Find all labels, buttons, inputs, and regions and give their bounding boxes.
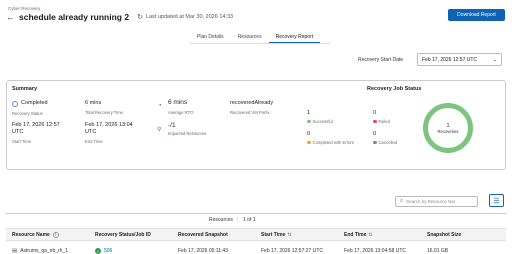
refresh-icon[interactable]: ↻: [137, 13, 143, 21]
col-start-time-label: Start Time: [261, 232, 286, 238]
page-title: schedule already running 2: [19, 12, 130, 22]
table-top-border: [6, 213, 506, 214]
title-row: ← schedule already running 2 ↻ Last upda…: [6, 12, 233, 22]
filter-button[interactable]: ☰: [489, 194, 504, 207]
impacted-icon: ⚲: [157, 127, 162, 133]
back-arrow-icon[interactable]: ←: [6, 12, 15, 22]
rto-value: 6 mins: [168, 99, 188, 106]
table-row-resource[interactable]: ▤ Astrums_qa_nb_rh_1: [12, 248, 68, 254]
donut-label: Recoveries: [437, 128, 459, 134]
search-placeholder: Search by Resource Nar: [406, 199, 456, 204]
cancelled-label: Cancelled: [378, 140, 398, 145]
row-recovered-snapshot: Feb 17, 2026 05:11:43: [178, 248, 228, 254]
search-input[interactable]: ⌕ Search by Resource Nar: [395, 196, 478, 207]
col-resource-name-label: Resource Name: [12, 232, 50, 238]
successful-label: Successful: [312, 119, 333, 124]
gauge-icon: ◔: [158, 103, 162, 109]
errors-count: 0: [307, 131, 311, 137]
col-end-time-label: End Time: [344, 232, 367, 238]
filter-icon: ☰: [493, 197, 500, 205]
col-snapshot-size[interactable]: Snapshot Size: [427, 232, 461, 238]
col-resource-name[interactable]: Resource Name i: [12, 232, 59, 238]
job-id-link[interactable]: 506: [104, 248, 112, 254]
recovery-start-date-select[interactable]: Feb 17, 2026 12:57 UTC ⌄: [417, 53, 502, 66]
chevron-down-icon: ⌄: [492, 56, 497, 63]
recoveries-donut: 1 Recoveries: [423, 103, 473, 153]
end-time-label: End Time: [85, 139, 103, 144]
vm-prefix-value: recoveredAlready: [230, 100, 274, 106]
impacted-label: Impacted Resources: [168, 131, 207, 136]
last-updated-text: Last updated at Mar 30, 2026 14:33: [145, 14, 234, 20]
row-start-time: Feb 17, 2026 12:57:27 UTC: [261, 248, 323, 254]
cancelled-count: 0: [373, 131, 377, 137]
tab-divider: [190, 43, 330, 44]
recovery-start-date-label: Recovery Start Date: [358, 57, 404, 63]
status-clock-icon: [12, 101, 18, 107]
failed-count: 0: [373, 110, 377, 116]
col-recovery-status[interactable]: Recovery Status/Job ID: [95, 232, 151, 238]
download-report-button[interactable]: Download Report: [448, 9, 505, 21]
failed-dot: [373, 119, 377, 124]
status-label: Recovery Status: [12, 111, 43, 116]
vm-icon: ▤: [12, 248, 18, 254]
vm-prefix-label: Recovered VM Prefix: [230, 110, 270, 115]
breadcrumb[interactable]: Cyber Recovery: [8, 6, 40, 11]
total-time-value: 6 mins: [85, 100, 102, 106]
failed-label: Failed: [378, 119, 390, 124]
cancelled-dot: [373, 140, 377, 145]
recovery-start-date-value: Feb 17, 2026 12:57 UTC: [422, 56, 478, 63]
col-start-time[interactable]: Start Time ⇅: [261, 232, 292, 238]
errors-dot: [307, 140, 311, 145]
impacted-value: -/1: [168, 122, 176, 129]
resources-count-value: 1 of 1: [243, 217, 256, 223]
failed-legend: Failed: [373, 119, 390, 124]
end-time-value: Feb 17, 2026 13:04 UTC: [85, 122, 133, 135]
sort-icon: ⇅: [287, 232, 292, 238]
cancelled-legend: Cancelled: [373, 140, 397, 145]
successful-count: 1: [307, 110, 311, 116]
resources-count-label: Resources: [209, 217, 233, 223]
last-updated: ↻ Last updated at Mar 30, 2026 14:33: [137, 13, 233, 21]
start-time-label: Start Time: [12, 139, 32, 144]
check-circle-icon: ✓: [95, 248, 101, 254]
col-end-time[interactable]: End Time ⇅: [344, 232, 373, 238]
successful-dot: [307, 119, 311, 124]
tab-plan-details[interactable]: Plan Details: [190, 33, 231, 43]
resource-name: Astrums_qa_nb_rh_1: [20, 248, 69, 254]
table-row-status: ✓ 506: [95, 248, 112, 254]
sort-icon: ⇅: [368, 232, 373, 238]
total-time-label: Total Recovery Time: [85, 110, 123, 115]
job-status-title: Recovery Job Status: [367, 86, 422, 92]
errors-legend: Completed with Errors: [307, 140, 354, 145]
info-icon: i: [52, 232, 59, 238]
tab-recovery-report[interactable]: Recovery Report: [268, 33, 321, 43]
col-recovered-snapshot[interactable]: Recovered Snapshot: [178, 232, 228, 238]
resources-count: Resources | 1 of 1: [209, 217, 256, 223]
search-icon: ⌕: [400, 198, 404, 204]
status-value: Completed: [21, 100, 48, 106]
row-snapshot-size: 16.01 GB: [427, 248, 449, 254]
errors-label: Completed with Errors: [312, 140, 354, 145]
successful-legend: Successful: [307, 119, 333, 124]
count-divider: |: [237, 217, 239, 223]
start-time-value: Feb 17, 2026 12:57 UTC: [12, 122, 60, 135]
summary-title: Summary: [12, 86, 38, 92]
rto-label: Average RTO: [168, 110, 194, 115]
row-end-time: Feb 17, 2026 13:04:58 UTC: [344, 248, 406, 254]
tab-resources[interactable]: Resources: [231, 33, 269, 43]
tab-bar: Plan Details Resources Recovery Report: [190, 33, 321, 43]
